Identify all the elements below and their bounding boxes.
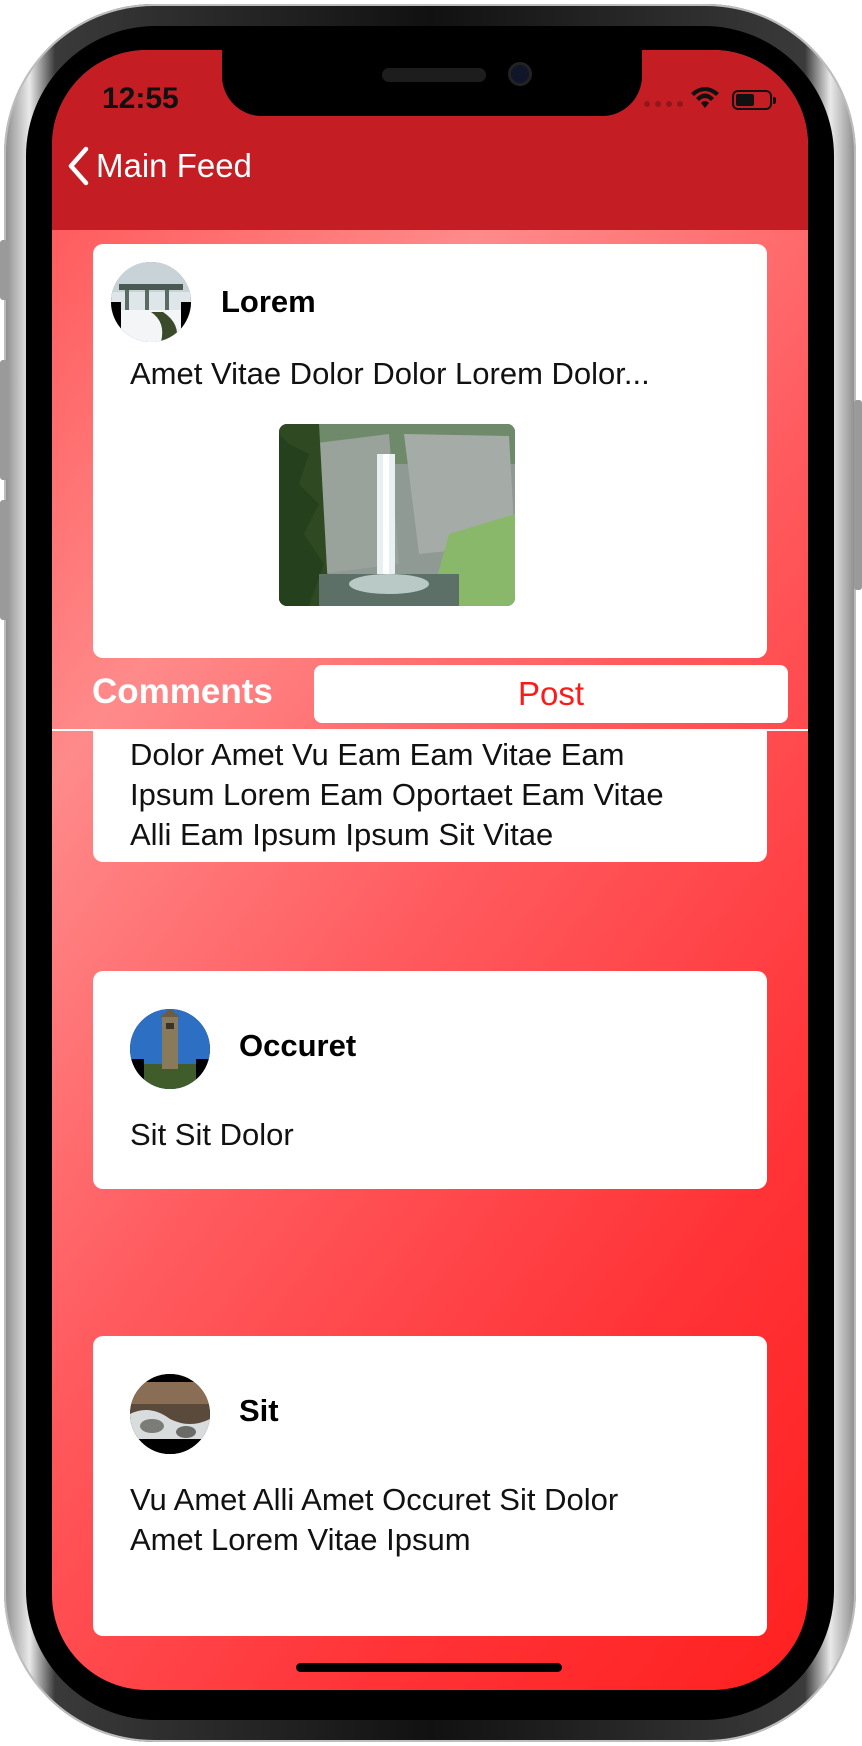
comment-author-name: Sit (239, 1393, 279, 1428)
volume-up-button (0, 360, 8, 480)
comments-header: Comments Post (52, 662, 808, 730)
post-author-name: Lorem (221, 284, 316, 319)
comment-line: Dolor Amet Vu Eam Eam Vitae Eam (130, 737, 625, 772)
clock-tower-photo-icon (130, 1009, 210, 1089)
notch (222, 50, 642, 116)
comment-card[interactable]: Sit Vu Amet Alli Amet Occuret Sit Dolor … (93, 1336, 767, 1636)
bridge-photo-icon (111, 262, 191, 342)
stream-photo-icon (130, 1374, 210, 1454)
post-text: Amet Vitae Dolor Dolor Lorem Dolor... (130, 356, 650, 391)
status-time: 12:55 (102, 82, 179, 115)
post-image[interactable] (279, 424, 515, 606)
battery-icon (732, 90, 776, 110)
comment-line: Sit Sit Dolor (130, 1117, 294, 1152)
comment-line: Ipsum Lorem Eam Oportaet Eam Vitae (130, 777, 664, 812)
wifi-icon (691, 87, 719, 108)
back-label: Main Feed (96, 147, 252, 184)
silent-switch (0, 240, 8, 300)
post-card[interactable]: Lorem Amet Vitae Dolor Dolor Lorem Dolor… (93, 244, 767, 658)
comment-line: Alli Eam Ipsum Ipsum Sit Vitae (130, 817, 554, 852)
comment-avatar[interactable] (130, 1009, 210, 1089)
cellular-signal-icon (644, 101, 683, 107)
chevron-left-icon (68, 146, 89, 186)
comment-line: Vu Amet Alli Amet Occuret Sit Dolor (130, 1482, 619, 1517)
comment-author-name: Occuret (239, 1028, 357, 1063)
waterfall-photo-icon (279, 424, 515, 606)
comments-title: Comments (92, 672, 273, 711)
home-indicator[interactable] (296, 1663, 562, 1672)
comment-avatar[interactable] (130, 1374, 210, 1454)
back-button[interactable]: Main Feed (66, 146, 252, 186)
power-button (854, 400, 862, 590)
comment-card[interactable]: Occuret Sit Sit Dolor (93, 971, 767, 1189)
author-avatar[interactable] (111, 262, 191, 342)
volume-down-button (0, 500, 8, 620)
comment-line: Amet Lorem Vitae Ipsum (130, 1522, 471, 1557)
comment-card[interactable]: Dolor Amet Vu Eam Eam Vitae Eam Ipsum Lo… (93, 731, 767, 862)
comments-list[interactable]: Dolor Amet Vu Eam Eam Vitae Eam Ipsum Lo… (52, 731, 808, 1690)
app-screen: 12:55 Main Feed Lorem Amet Vitae Dolor D… (52, 50, 808, 1690)
navigation-bar: 12:55 Main Feed (52, 50, 808, 230)
post-comment-button[interactable]: Post (314, 665, 788, 723)
speaker-grille (382, 68, 486, 82)
camera-icon (508, 62, 532, 86)
